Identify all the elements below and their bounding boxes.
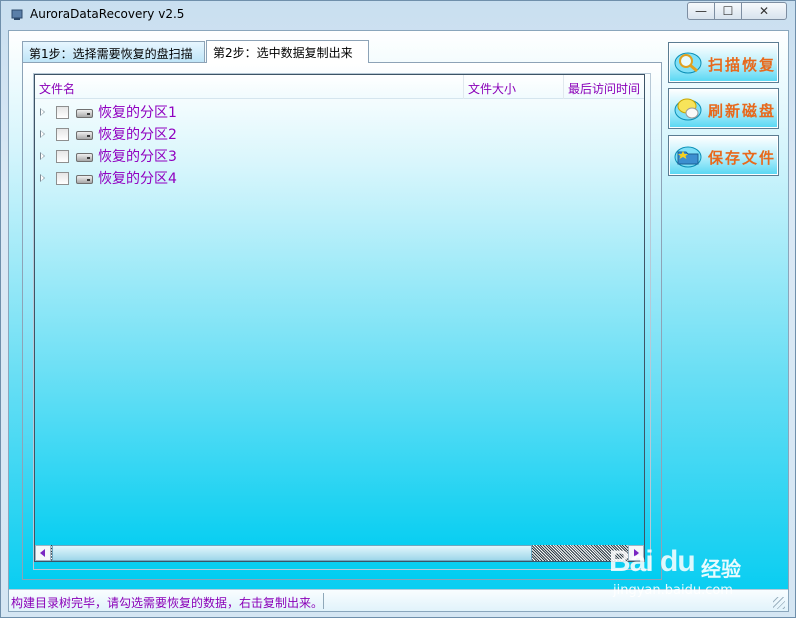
row-label[interactable]: 恢复的分区1 — [98, 102, 177, 122]
minimize-button[interactable]: — — [687, 2, 715, 20]
scroll-thumb[interactable] — [52, 545, 532, 561]
scroll-left-button[interactable] — [35, 545, 51, 561]
horizontal-scrollbar[interactable] — [35, 545, 644, 561]
row-label[interactable]: 恢复的分区3 — [98, 146, 177, 166]
expand-arrow-icon[interactable] — [40, 152, 45, 160]
column-header-last-access[interactable]: 最后访问时间 — [568, 80, 640, 97]
column-divider[interactable] — [563, 75, 564, 99]
title-bar[interactable]: AuroraDataRecovery v2.5 — ☐ ✕ — [1, 1, 795, 29]
watermark-url: jingyan.baidu.com — [613, 583, 733, 598]
magnifier-icon — [674, 52, 702, 74]
close-button[interactable]: ✕ — [741, 2, 787, 20]
scan-recover-label: 扫描恢复 — [708, 56, 777, 74]
tree-row-partition-1[interactable]: 恢复的分区1 — [35, 103, 455, 125]
window-title: AuroraDataRecovery v2.5 — [30, 7, 185, 21]
watermark-cn: 经验 — [701, 557, 741, 581]
refresh-icon — [674, 98, 702, 121]
row-checkbox[interactable] — [56, 128, 69, 141]
tree-row-partition-2[interactable]: 恢复的分区2 — [35, 125, 455, 147]
app-icon — [11, 9, 23, 20]
status-divider — [323, 593, 324, 609]
expand-arrow-icon[interactable] — [40, 108, 45, 116]
row-checkbox[interactable] — [56, 106, 69, 119]
row-label[interactable]: 恢复的分区2 — [98, 124, 177, 144]
row-checkbox[interactable] — [56, 172, 69, 185]
tree-row-partition-4[interactable]: 恢复的分区4 — [35, 169, 455, 191]
column-header-filesize[interactable]: 文件大小 — [468, 80, 516, 97]
row-label[interactable]: 恢复的分区4 — [98, 168, 177, 188]
save-file-button[interactable]: 保存文件 — [668, 135, 779, 176]
tab-step2-copy[interactable]: 第2步：选中数据复制出来 — [206, 40, 369, 63]
tree-header: 文件名 文件大小 最后访问时间 — [35, 75, 644, 99]
arrow-left-icon — [40, 549, 45, 557]
status-message: 构建目录树完毕，请勾选需要恢复的数据，右击复制出来。 — [11, 596, 324, 610]
drive-icon — [76, 109, 93, 118]
refresh-disk-button[interactable]: 刷新磁盘 — [668, 88, 779, 129]
drive-icon — [76, 175, 93, 184]
resize-grip-icon[interactable] — [773, 597, 785, 609]
drive-icon — [76, 153, 93, 162]
scan-recover-button[interactable]: 扫描恢复 — [668, 42, 779, 83]
expand-arrow-icon[interactable] — [40, 174, 45, 182]
save-folder-icon — [674, 146, 702, 168]
column-divider[interactable] — [463, 75, 464, 99]
tree-row-partition-3[interactable]: 恢复的分区3 — [35, 147, 455, 169]
client-area: 第1步：选择需要恢复的盘扫描 第2步：选中数据复制出来 文件名 文件大小 最后访… — [8, 30, 789, 612]
tab-step1-scan[interactable]: 第1步：选择需要恢复的盘扫描 — [22, 41, 205, 62]
drive-icon — [76, 131, 93, 140]
watermark-logo: Bai du — [609, 545, 696, 578]
save-file-label: 保存文件 — [708, 149, 777, 167]
file-tree[interactable]: 文件名 文件大小 最后访问时间 恢复的分区1 恢复的分区2 恢复的分区3 恢复的… — [34, 74, 645, 562]
app-window: AuroraDataRecovery v2.5 — ☐ ✕ 第1步：选择需要恢复… — [0, 0, 796, 618]
refresh-disk-label: 刷新磁盘 — [708, 102, 777, 120]
baidu-jingyan-watermark: Bai du 经验 jingyan.baidu.com — [609, 539, 759, 599]
row-checkbox[interactable] — [56, 150, 69, 163]
column-header-filename[interactable]: 文件名 — [39, 80, 75, 97]
expand-arrow-icon[interactable] — [40, 130, 45, 138]
maximize-button[interactable]: ☐ — [714, 2, 742, 20]
